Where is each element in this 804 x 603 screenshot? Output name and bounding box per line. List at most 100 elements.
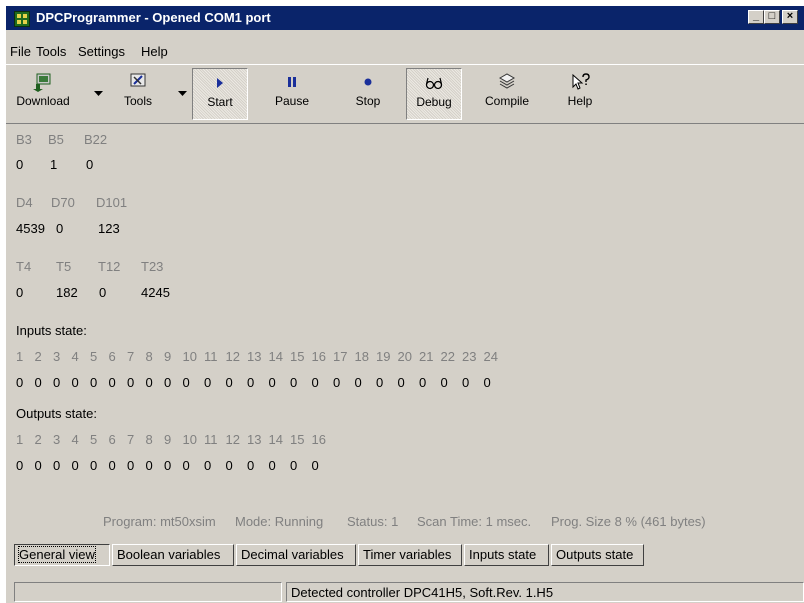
timer-var-value: 0 xyxy=(99,285,107,300)
input-channel-value: 0 xyxy=(127,375,135,390)
stop-button[interactable]: Stop xyxy=(340,68,396,120)
start-button[interactable]: Start xyxy=(192,68,248,120)
tab-outputs-state[interactable]: Outputs state xyxy=(551,544,644,566)
run-mode: Mode: Running xyxy=(235,514,324,529)
input-channel-label: 21 xyxy=(419,349,434,364)
pause-button[interactable]: Pause xyxy=(264,68,320,120)
glasses-icon xyxy=(425,77,443,90)
output-channel-value: 0 xyxy=(53,458,61,473)
output-channel-label: 9 xyxy=(164,432,172,447)
input-channel-label: 16 xyxy=(311,349,326,364)
window-title: DPCProgrammer - Opened COM1 port xyxy=(36,10,271,25)
output-channel-label: 7 xyxy=(127,432,135,447)
output-channel-value: 0 xyxy=(108,458,116,473)
output-channel-label: 15 xyxy=(290,432,305,447)
input-channel-value: 0 xyxy=(34,375,42,390)
help-label: Help xyxy=(567,94,593,108)
output-channel-label: 1 xyxy=(16,432,24,447)
boolean-var-label: B22 xyxy=(84,132,108,147)
status-pane-left xyxy=(14,582,282,602)
output-channel-label: 6 xyxy=(108,432,116,447)
minimize-button[interactable]: _ xyxy=(748,10,764,24)
input-channel-value: 0 xyxy=(333,375,341,390)
output-channel-value: 0 xyxy=(90,458,98,473)
output-channel-label: 16 xyxy=(311,432,326,447)
download-label: Download xyxy=(16,94,70,108)
download-dropdown-arrow-icon[interactable] xyxy=(94,91,103,97)
boolean-var-value: 1 xyxy=(50,157,58,172)
tools-dropdown-arrow-icon[interactable] xyxy=(178,91,187,97)
download-button[interactable]: Download xyxy=(8,68,78,120)
stop-icon xyxy=(364,78,372,86)
menu-settings[interactable]: Settings xyxy=(78,44,125,59)
input-channel-value: 0 xyxy=(71,375,79,390)
run-status: Status: 1 xyxy=(347,514,399,529)
input-channel-value: 0 xyxy=(440,375,448,390)
tools-button[interactable]: Tools xyxy=(110,68,166,120)
menu-file[interactable]: File xyxy=(10,44,31,59)
menu-bar: File Tools Settings Help xyxy=(6,42,804,62)
output-channel-value: 0 xyxy=(290,458,298,473)
input-channel-label: 10 xyxy=(182,349,197,364)
debug-button[interactable]: Debug xyxy=(406,68,462,120)
input-channel-label: 1 xyxy=(16,349,24,364)
pause-label: Pause xyxy=(274,94,310,108)
output-channel-value: 0 xyxy=(164,458,172,473)
input-channel-label: 20 xyxy=(397,349,412,364)
tab-decimal-variables[interactable]: Decimal variables xyxy=(236,544,356,566)
input-channel-value: 0 xyxy=(376,375,384,390)
maximize-button[interactable]: □ xyxy=(764,10,780,24)
tab-boolean-variables[interactable]: Boolean variables xyxy=(112,544,234,566)
pause-icon xyxy=(288,77,296,87)
output-channel-value: 0 xyxy=(71,458,79,473)
output-channel-value: 0 xyxy=(311,458,319,473)
input-channel-value: 0 xyxy=(268,375,276,390)
output-channel-label: 3 xyxy=(53,432,61,447)
help-button[interactable]: Help xyxy=(558,68,602,120)
output-channel-value: 0 xyxy=(268,458,276,473)
input-channel-value: 0 xyxy=(247,375,255,390)
output-channel-label: 10 xyxy=(182,432,197,447)
input-channel-label: 24 xyxy=(483,349,498,364)
input-channel-label: 13 xyxy=(247,349,262,364)
title-bar[interactable]: DPCProgrammer - Opened COM1 port _ □ × xyxy=(6,6,804,30)
input-channel-label: 12 xyxy=(225,349,240,364)
input-channel-value: 0 xyxy=(290,375,298,390)
output-channel-label: 4 xyxy=(71,432,79,447)
decimal-var-value: 123 xyxy=(98,221,120,236)
input-channel-value: 0 xyxy=(204,375,212,390)
tab-general-view[interactable]: General view xyxy=(14,544,110,566)
output-channel-label: 13 xyxy=(247,432,262,447)
boolean-var-value: 0 xyxy=(16,157,24,172)
outputs-state-title: Outputs state: xyxy=(16,406,97,421)
input-channel-label: 19 xyxy=(376,349,391,364)
compile-icon xyxy=(498,73,516,89)
help-arrow-icon xyxy=(572,73,590,90)
status-bar: Detected controller DPC41H5, Soft.Rev. 1… xyxy=(14,582,804,602)
input-channel-value: 0 xyxy=(108,375,116,390)
decimal-var-label: D4 xyxy=(16,195,33,210)
start-label: Start xyxy=(207,95,233,109)
menu-tools[interactable]: Tools xyxy=(36,44,66,59)
tab-inputs-state[interactable]: Inputs state xyxy=(464,544,549,566)
input-channel-label: 7 xyxy=(127,349,135,364)
timer-var-value: 0 xyxy=(16,285,24,300)
compile-button[interactable]: Compile xyxy=(476,68,538,120)
input-channel-value: 0 xyxy=(182,375,190,390)
input-channel-label: 9 xyxy=(164,349,172,364)
close-button[interactable]: × xyxy=(782,10,798,24)
output-channel-label: 14 xyxy=(268,432,283,447)
toolbar: Download Tools Start Pause Stop Debug Co… xyxy=(6,64,804,124)
timer-var-value: 182 xyxy=(56,285,78,300)
tools-icon xyxy=(130,73,146,87)
play-icon xyxy=(217,78,223,88)
general-view-panel: B3 B5 B22 0 1 0 D4 D70 D101 4539 0 123 T… xyxy=(6,126,804,516)
output-channel-value: 0 xyxy=(145,458,153,473)
program-size: Prog. Size 8 % (461 bytes) xyxy=(551,514,706,529)
tab-timer-variables[interactable]: Timer variables xyxy=(358,544,462,566)
app-window: DPCProgrammer - Opened COM1 port _ □ × F… xyxy=(5,5,804,603)
menu-help[interactable]: Help xyxy=(141,44,168,59)
input-channel-value: 0 xyxy=(90,375,98,390)
input-channel-value: 0 xyxy=(225,375,233,390)
timer-var-label: T5 xyxy=(56,259,72,274)
